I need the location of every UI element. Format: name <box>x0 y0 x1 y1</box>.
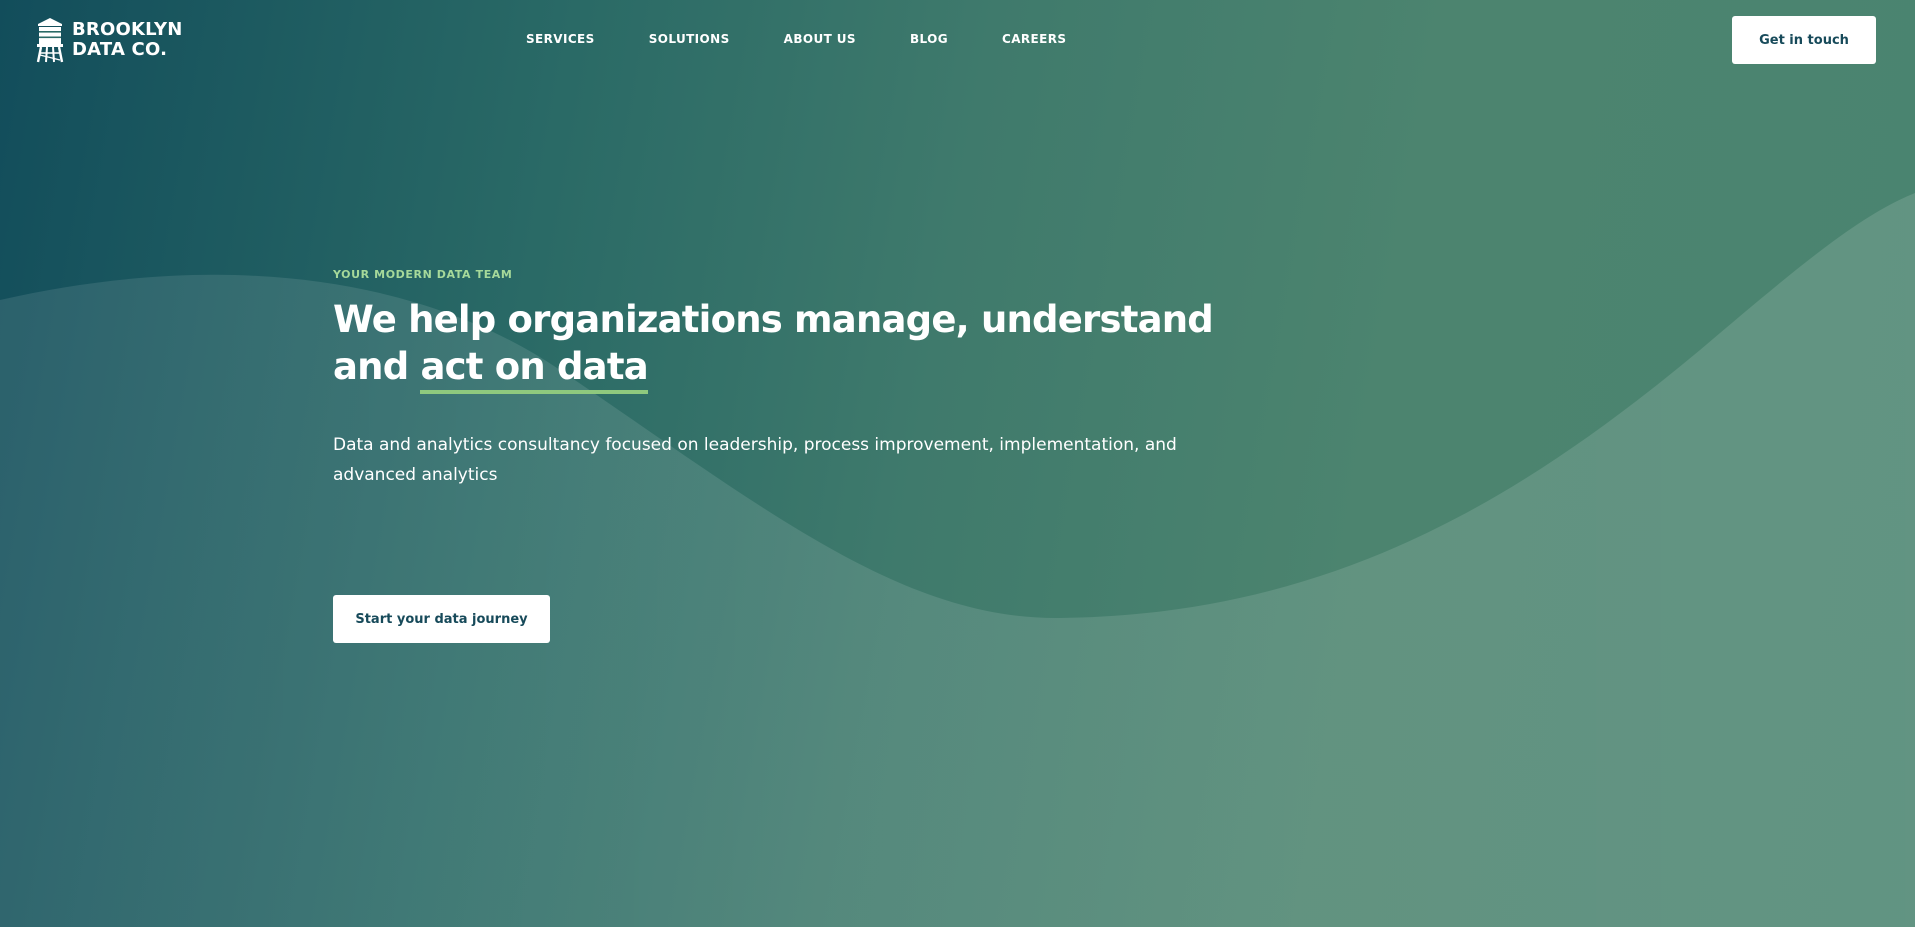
hero-headline-highlight: act on data <box>420 345 649 394</box>
nav-item-about-us[interactable]: ABOUT US <box>784 32 856 46</box>
hero-headline: We help organizations manage, understand… <box>333 296 1253 394</box>
start-data-journey-button[interactable]: Start your data journey <box>333 595 550 643</box>
main-nav: SERVICES SOLUTIONS ABOUT US BLOG CAREERS <box>526 32 1120 46</box>
brand-name-line1: BROOKLYN <box>72 19 183 40</box>
nav-item-services[interactable]: SERVICES <box>526 32 595 46</box>
water-tower-icon <box>36 18 64 63</box>
site-header: BROOKLYN DATA CO. SERVICES SOLUTIONS ABO… <box>0 0 1915 84</box>
hero-subtext: Data and analytics consultancy focused o… <box>333 435 1177 485</box>
nav-item-careers[interactable]: CAREERS <box>1002 32 1066 46</box>
brand-logo[interactable]: BROOKLYN DATA CO. <box>36 17 183 63</box>
nav-item-blog[interactable]: BLOG <box>910 32 948 46</box>
brand-name-line2: DATA CO. <box>72 39 168 60</box>
brand-name: BROOKLYN DATA CO. <box>72 20 183 60</box>
nav-item-solutions[interactable]: SOLUTIONS <box>649 32 730 46</box>
hero-eyebrow: YOUR MODERN DATA TEAM <box>333 268 513 281</box>
get-in-touch-button[interactable]: Get in touch <box>1732 16 1876 64</box>
